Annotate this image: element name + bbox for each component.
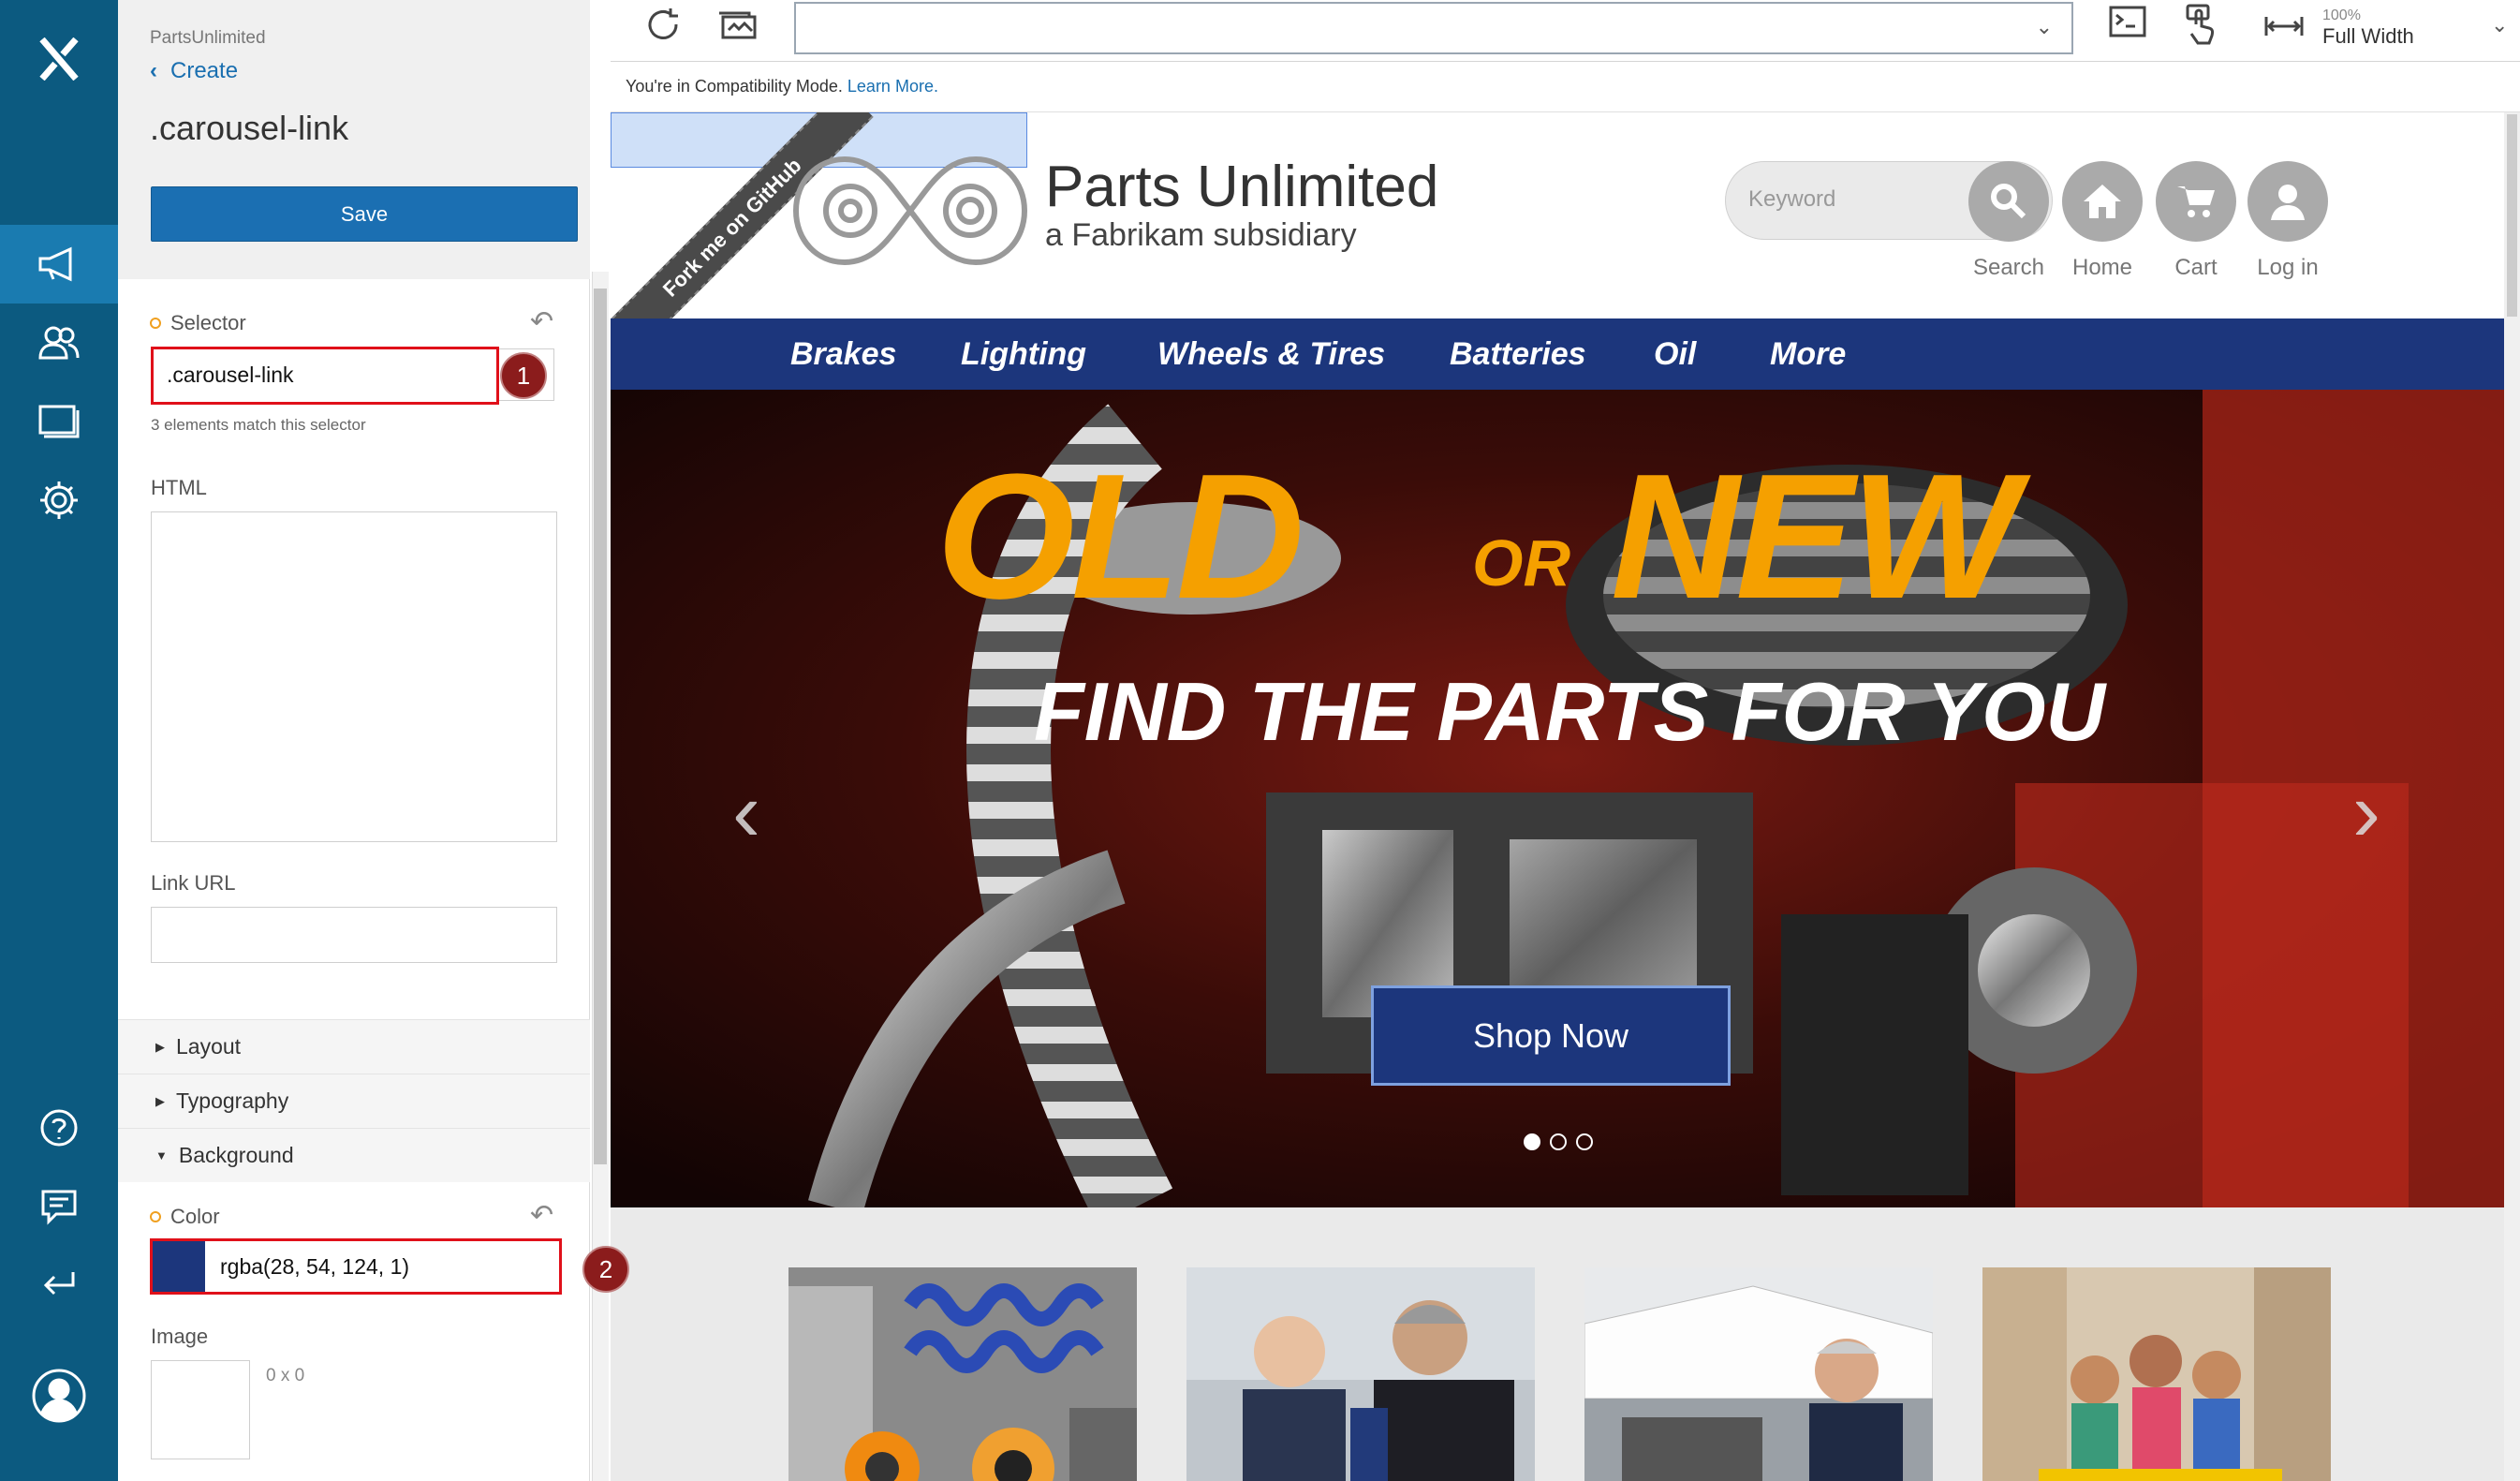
selector-label-text: Selector: [170, 311, 246, 334]
image-thumbnail[interactable]: [151, 1360, 250, 1459]
hero-old: OLD: [936, 437, 1304, 636]
color-label: Color: [150, 1205, 220, 1229]
preview-scrollbar[interactable]: [2504, 112, 2520, 1481]
color-undo-icon[interactable]: ↶: [530, 1199, 553, 1232]
carousel-indicator-dot[interactable]: [1576, 1133, 1593, 1150]
refresh-icon[interactable]: [642, 6, 684, 52]
compatibility-banner: You're in Compatibility Mode. Learn More…: [611, 64, 2520, 112]
shop-now-button[interactable]: Shop Now: [1371, 985, 1731, 1086]
selector-match-hint: 3 elements match this selector: [151, 416, 366, 434]
learn-more-link[interactable]: Learn More.: [847, 77, 938, 96]
carousel-indicators: [1524, 1133, 1593, 1150]
nav-oil[interactable]: Oil: [1654, 318, 1696, 390]
selector-label: Selector: [150, 311, 246, 335]
app-logo-icon[interactable]: [0, 0, 118, 118]
undo-icon[interactable]: ↶: [530, 305, 553, 338]
caret-down-icon: ▼: [155, 1148, 168, 1163]
color-swatch[interactable]: [153, 1241, 205, 1292]
tile-mechanic-image[interactable]: [1584, 1267, 1933, 1481]
console-icon[interactable]: [2107, 4, 2148, 46]
tile-parts-image[interactable]: [788, 1267, 1137, 1481]
zoom-level: 100%: [2322, 7, 2361, 23]
link-url-label: Link URL: [151, 871, 236, 895]
caret-right-icon: ▶: [155, 1093, 165, 1108]
touch-icon[interactable]: [2182, 4, 2219, 50]
user-avatar-icon[interactable]: [0, 1356, 118, 1435]
category-navbar: Brakes Lighting Wheels & Tires Batteries…: [611, 318, 2504, 390]
back-link[interactable]: ‹ Create: [150, 58, 238, 84]
html-textarea[interactable]: [151, 511, 557, 842]
carousel-indicator-dot[interactable]: [1550, 1133, 1567, 1150]
width-mode[interactable]: Full Width: [2322, 24, 2414, 49]
login-button-icon[interactable]: [2247, 161, 2328, 242]
toolbar-chevron-down-icon[interactable]: ⌄: [2491, 13, 2508, 37]
section-layout[interactable]: ▶ Layout: [118, 1019, 590, 1074]
campaigns-icon[interactable]: [0, 225, 118, 304]
site-preview: Fork me on GitHub Parts Unlimited a Fabr…: [611, 112, 2504, 1481]
carousel-indicator-dot[interactable]: [1524, 1133, 1540, 1150]
login-label: Log in: [2257, 255, 2319, 280]
brand-name: Parts Unlimited: [1045, 155, 1439, 219]
tile-happy-drivers-image[interactable]: [1982, 1267, 2331, 1481]
settings-gear-icon[interactable]: [0, 461, 118, 540]
github-ribbon-text: Fork me on GitHub: [657, 153, 806, 302]
modified-dot-icon: [150, 1211, 161, 1222]
compat-message: You're in Compatibility Mode.: [626, 77, 843, 96]
nav-lighting[interactable]: Lighting: [961, 318, 1086, 390]
home-button-icon[interactable]: [2062, 161, 2143, 242]
editor-panel: PartsUnlimited ‹ Create .carousel-link Sa…: [118, 0, 590, 1481]
save-button[interactable]: Save: [151, 186, 578, 242]
hero-new: NEW: [1611, 437, 2018, 636]
chevron-left-icon: ‹: [150, 58, 157, 83]
project-name: PartsUnlimited: [150, 28, 266, 48]
audiences-icon[interactable]: [0, 304, 118, 382]
carousel-next-icon[interactable]: ›: [2352, 764, 2380, 861]
modified-dot-icon: [150, 318, 161, 329]
search-placeholder: Keyword: [1748, 186, 1836, 212]
width-arrows-icon[interactable]: [2264, 15, 2304, 42]
nav-more[interactable]: More: [1770, 318, 1846, 390]
exit-icon[interactable]: [0, 1244, 118, 1323]
screenshot-icon[interactable]: [717, 6, 759, 48]
section-typography-label: Typography: [176, 1089, 289, 1113]
nav-wheels-tires[interactable]: Wheels & Tires: [1157, 318, 1385, 390]
section-typography[interactable]: ▶ Typography: [118, 1074, 590, 1128]
parts-unlimited-logo-icon[interactable]: [788, 152, 1032, 274]
callout-badge-2: 2: [582, 1246, 629, 1293]
html-label: HTML: [151, 476, 207, 499]
carousel-prev-icon[interactable]: ‹: [732, 764, 760, 861]
link-url-input[interactable]: [151, 907, 557, 963]
selector-input-value: .carousel-link: [167, 363, 294, 387]
hero-tagline: FIND THE PARTS FOR YOU: [1034, 665, 2106, 758]
help-icon[interactable]: [0, 1089, 118, 1167]
left-nav-rail: [0, 0, 118, 1481]
image-size: 0 x 0: [266, 1366, 305, 1385]
nav-brakes[interactable]: Brakes: [790, 318, 896, 390]
image-label: Image: [151, 1325, 209, 1348]
search-button-icon[interactable]: [1968, 161, 2049, 242]
page-title: .carousel-link: [150, 109, 349, 147]
brand-subtitle: a Fabrikam subsidiary: [1045, 217, 1357, 253]
url-combobox[interactable]: ⌄: [794, 2, 2073, 54]
chevron-down-icon: ⌄: [2035, 15, 2053, 38]
color-input[interactable]: rgba(28, 54, 124, 1): [150, 1238, 562, 1295]
tile-car-dealer-image[interactable]: [1186, 1267, 1535, 1481]
section-background[interactable]: ▼ Background: [118, 1128, 590, 1182]
section-layout-label: Layout: [176, 1034, 242, 1059]
callout-badge-1: 1: [500, 352, 547, 399]
hero-or: OR: [1472, 526, 1570, 600]
cart-button-icon[interactable]: [2156, 161, 2236, 242]
section-background-label: Background: [178, 1143, 294, 1167]
panel-scrollbar-thumb[interactable]: [594, 289, 607, 1164]
preview-scrollbar-thumb[interactable]: [2507, 114, 2517, 317]
selector-input[interactable]: .carousel-link: [151, 347, 499, 405]
nav-batteries[interactable]: Batteries: [1450, 318, 1586, 390]
back-link-label: Create: [170, 58, 239, 83]
feedback-icon[interactable]: [0, 1167, 118, 1246]
caret-right-icon: ▶: [155, 1039, 165, 1054]
color-input-value: rgba(28, 54, 124, 1): [220, 1253, 410, 1279]
templates-icon[interactable]: [0, 382, 118, 461]
color-label-text: Color: [170, 1205, 220, 1228]
